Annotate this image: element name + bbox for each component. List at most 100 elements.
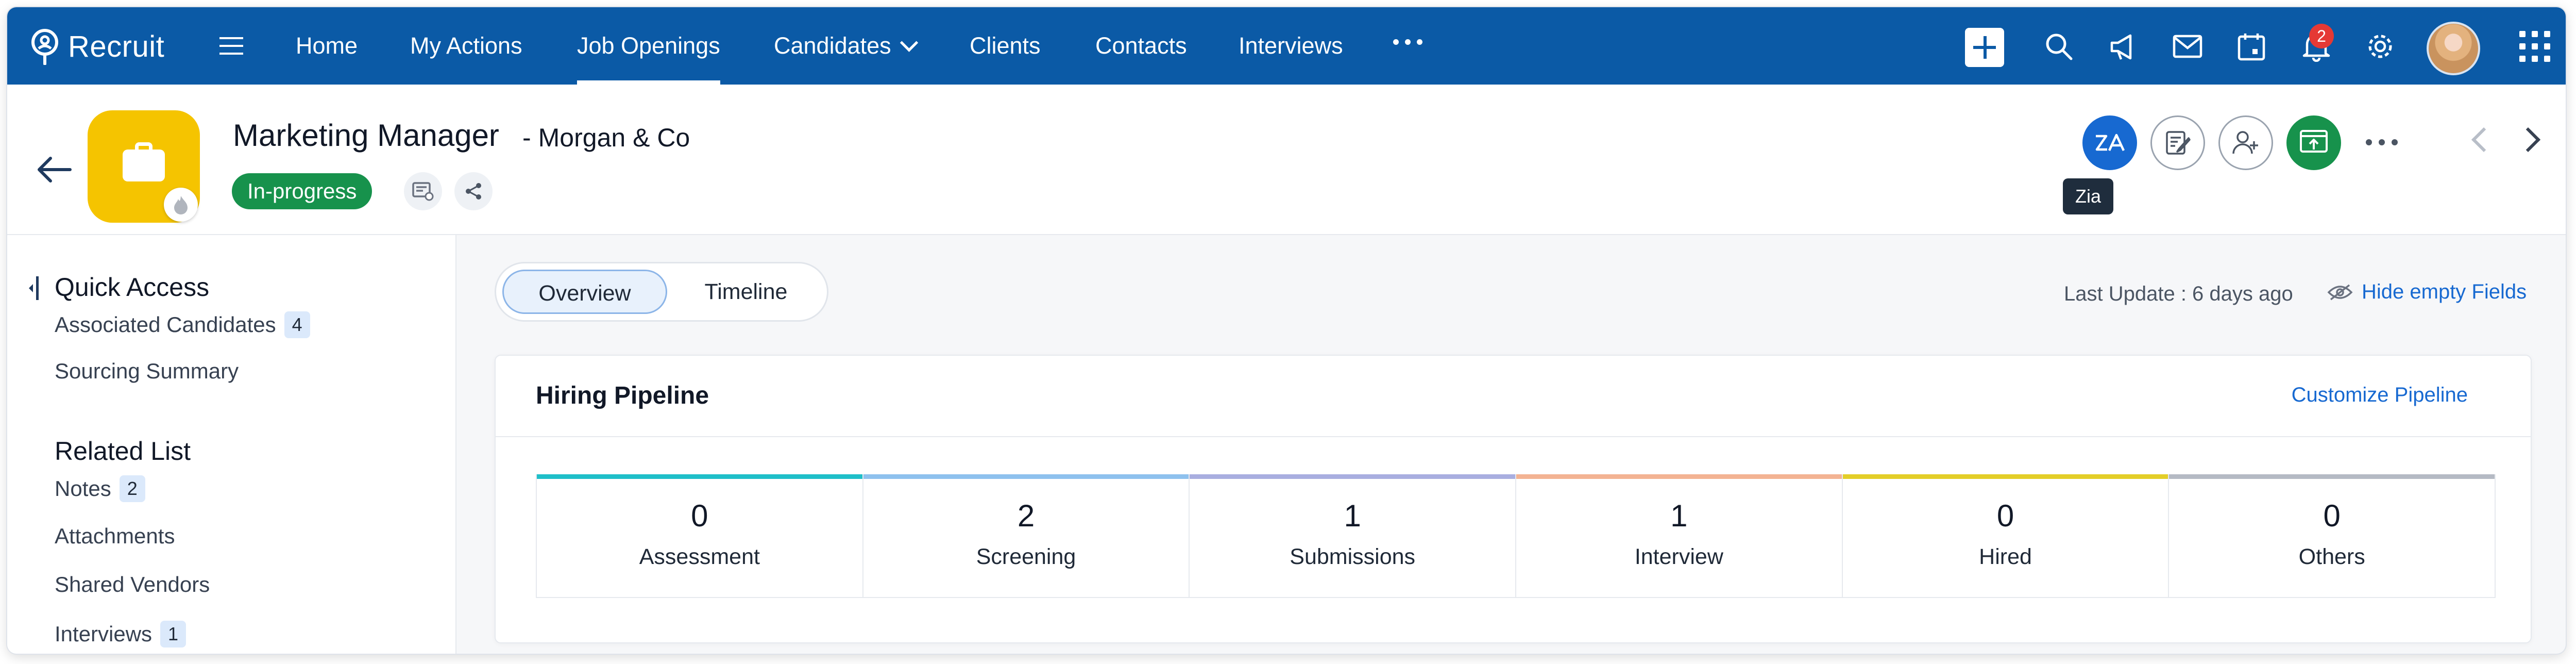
calendar-icon[interactable] [2233, 28, 2270, 65]
record-header: Marketing Manager - Morgan & Co In-progre… [7, 85, 2566, 235]
job-opening-avatar [88, 110, 200, 223]
pipeline-stages: 0 Assessment 2 Screening 1 Submissions 1… [536, 474, 2496, 598]
stage-label: Assessment [639, 544, 760, 569]
hide-empty-fields-label: Hide empty Fields [2362, 280, 2527, 303]
zia-button[interactable] [2082, 115, 2137, 170]
stage-label: Hired [1979, 544, 2032, 569]
hide-empty-fields-link[interactable]: Hide empty Fields [2327, 280, 2527, 304]
nav-interviews[interactable]: Interviews [1239, 7, 1343, 85]
title-separator: - [522, 123, 531, 152]
stage-color-bar [1190, 474, 1516, 479]
collapse-sidebar-icon[interactable] [27, 276, 40, 300]
stage-label: Screening [976, 544, 1076, 569]
stage-count: 2 [1017, 499, 1035, 533]
status-badge[interactable]: In-progress [232, 173, 372, 209]
nav-clients[interactable]: Clients [970, 7, 1041, 85]
card-divider [496, 436, 2531, 437]
nav-my-actions[interactable]: My Actions [410, 7, 522, 85]
add-user-button[interactable] [2218, 115, 2273, 170]
pipeline-stage-hired[interactable]: 0 Hired [1842, 474, 2170, 597]
count-badge: 1 [160, 621, 187, 648]
search-icon[interactable] [2040, 28, 2077, 65]
pipeline-stage-interview[interactable]: 1 Interview [1516, 474, 1843, 597]
stage-label: Interview [1634, 544, 1723, 569]
last-update-text: Last Update : 6 days ago [2064, 283, 2293, 305]
sidebar-item-associated-candidates[interactable]: Associated Candidates 4 [55, 311, 310, 338]
app-name: Recruit [68, 29, 165, 63]
nav-job-openings[interactable]: Job Openings [577, 7, 720, 85]
app-window: Recruit Home My Actions Job Openings Can… [7, 7, 2566, 654]
details-card-icon [412, 182, 434, 201]
pipeline-stage-others[interactable]: 0 Others [2169, 474, 2495, 597]
briefcase-icon [123, 150, 165, 181]
sidebar-item-interviews[interactable]: Interviews 1 [55, 621, 187, 648]
stage-color-bar [1842, 474, 2168, 479]
quick-access-heading: Quick Access [55, 273, 210, 302]
main-content: Overview Timeline Last Update : 6 days a… [456, 235, 2566, 654]
zia-tooltip: Zia [2063, 178, 2113, 214]
avatar[interactable] [2427, 22, 2480, 75]
share-button[interactable] [454, 172, 493, 210]
chevron-down-icon [900, 34, 918, 52]
sidebar-item-shared-vendors[interactable]: Shared Vendors [55, 572, 210, 597]
nav-candidates-label: Candidates [774, 32, 891, 59]
hamburger-menu-icon[interactable] [218, 34, 244, 58]
quick-create-button[interactable] [1965, 28, 2004, 67]
client-name[interactable]: - Morgan & Co [522, 123, 690, 153]
nav-contacts[interactable]: Contacts [1095, 7, 1187, 85]
mail-icon[interactable] [2169, 28, 2206, 65]
next-record-icon[interactable] [2515, 127, 2541, 153]
client-name-label: Morgan & Co [538, 123, 690, 152]
hiring-pipeline-card: Hiring Pipeline Customize Pipeline 0 Ass… [495, 355, 2532, 643]
stage-color-bar [863, 474, 1189, 479]
back-arrow-icon[interactable] [36, 157, 72, 182]
customize-pipeline-link[interactable]: Customize Pipeline [2292, 384, 2468, 407]
view-details-button[interactable] [404, 172, 442, 210]
recruit-logo-icon [31, 29, 58, 65]
count-badge: 2 [119, 475, 145, 502]
publish-button[interactable] [2286, 115, 2341, 170]
count-badge: 4 [284, 311, 310, 338]
sidebar-item-notes[interactable]: Notes 2 [55, 475, 145, 502]
pipeline-stage-submissions[interactable]: 1 Submissions [1190, 474, 1517, 597]
related-list-heading: Related List [55, 437, 191, 466]
sidebar-item-attachments[interactable]: Attachments [55, 524, 175, 549]
hot-job-badge [164, 188, 198, 222]
sidebar-item-label: Shared Vendors [55, 572, 210, 596]
stage-label: Others [2298, 544, 2365, 569]
pipeline-stage-screening[interactable]: 2 Screening [863, 474, 1190, 597]
sidebar-item-label: Sourcing Summary [55, 359, 239, 383]
zia-icon [2095, 134, 2125, 151]
edit-note-icon [2166, 131, 2191, 155]
sidebar-item-label: Interviews [55, 622, 152, 646]
tab-timeline[interactable]: Timeline [671, 270, 821, 314]
stage-label: Submissions [1290, 544, 1416, 569]
tab-overview[interactable]: Overview [502, 270, 667, 314]
hiring-pipeline-title: Hiring Pipeline [536, 382, 709, 409]
stage-color-bar [537, 474, 862, 479]
share-icon [466, 183, 481, 200]
apps-grid-icon[interactable] [2519, 31, 2550, 62]
stage-count: 1 [1344, 499, 1361, 533]
stage-count: 0 [1996, 499, 2014, 533]
nav-home[interactable]: Home [296, 7, 358, 85]
add-user-icon [2232, 131, 2258, 154]
stage-count: 0 [691, 499, 708, 533]
flame-icon [174, 196, 188, 214]
pipeline-stage-assessment[interactable]: 0 Assessment [537, 474, 863, 597]
sidebar-item-sourcing-summary[interactable]: Sourcing Summary [55, 359, 239, 384]
sidebar-item-label: Notes [55, 476, 111, 501]
related-sidebar: Quick Access Associated Candidates 4 Sou… [7, 235, 456, 654]
page-title: Marketing Manager [233, 118, 499, 153]
sidebar-item-label: Attachments [55, 524, 175, 548]
more-actions-icon[interactable] [2366, 139, 2398, 145]
app-logo[interactable]: Recruit [29, 27, 164, 66]
edit-note-button[interactable] [2150, 115, 2205, 170]
stage-count: 0 [2323, 499, 2341, 533]
previous-record-icon[interactable] [2471, 127, 2497, 153]
gear-icon[interactable] [2362, 28, 2399, 65]
nav-candidates[interactable]: Candidates [774, 7, 918, 85]
top-navigation-bar: Recruit Home My Actions Job Openings Can… [7, 7, 2566, 85]
more-horizontal-icon[interactable] [1393, 39, 1422, 45]
megaphone-icon[interactable] [2105, 28, 2142, 65]
